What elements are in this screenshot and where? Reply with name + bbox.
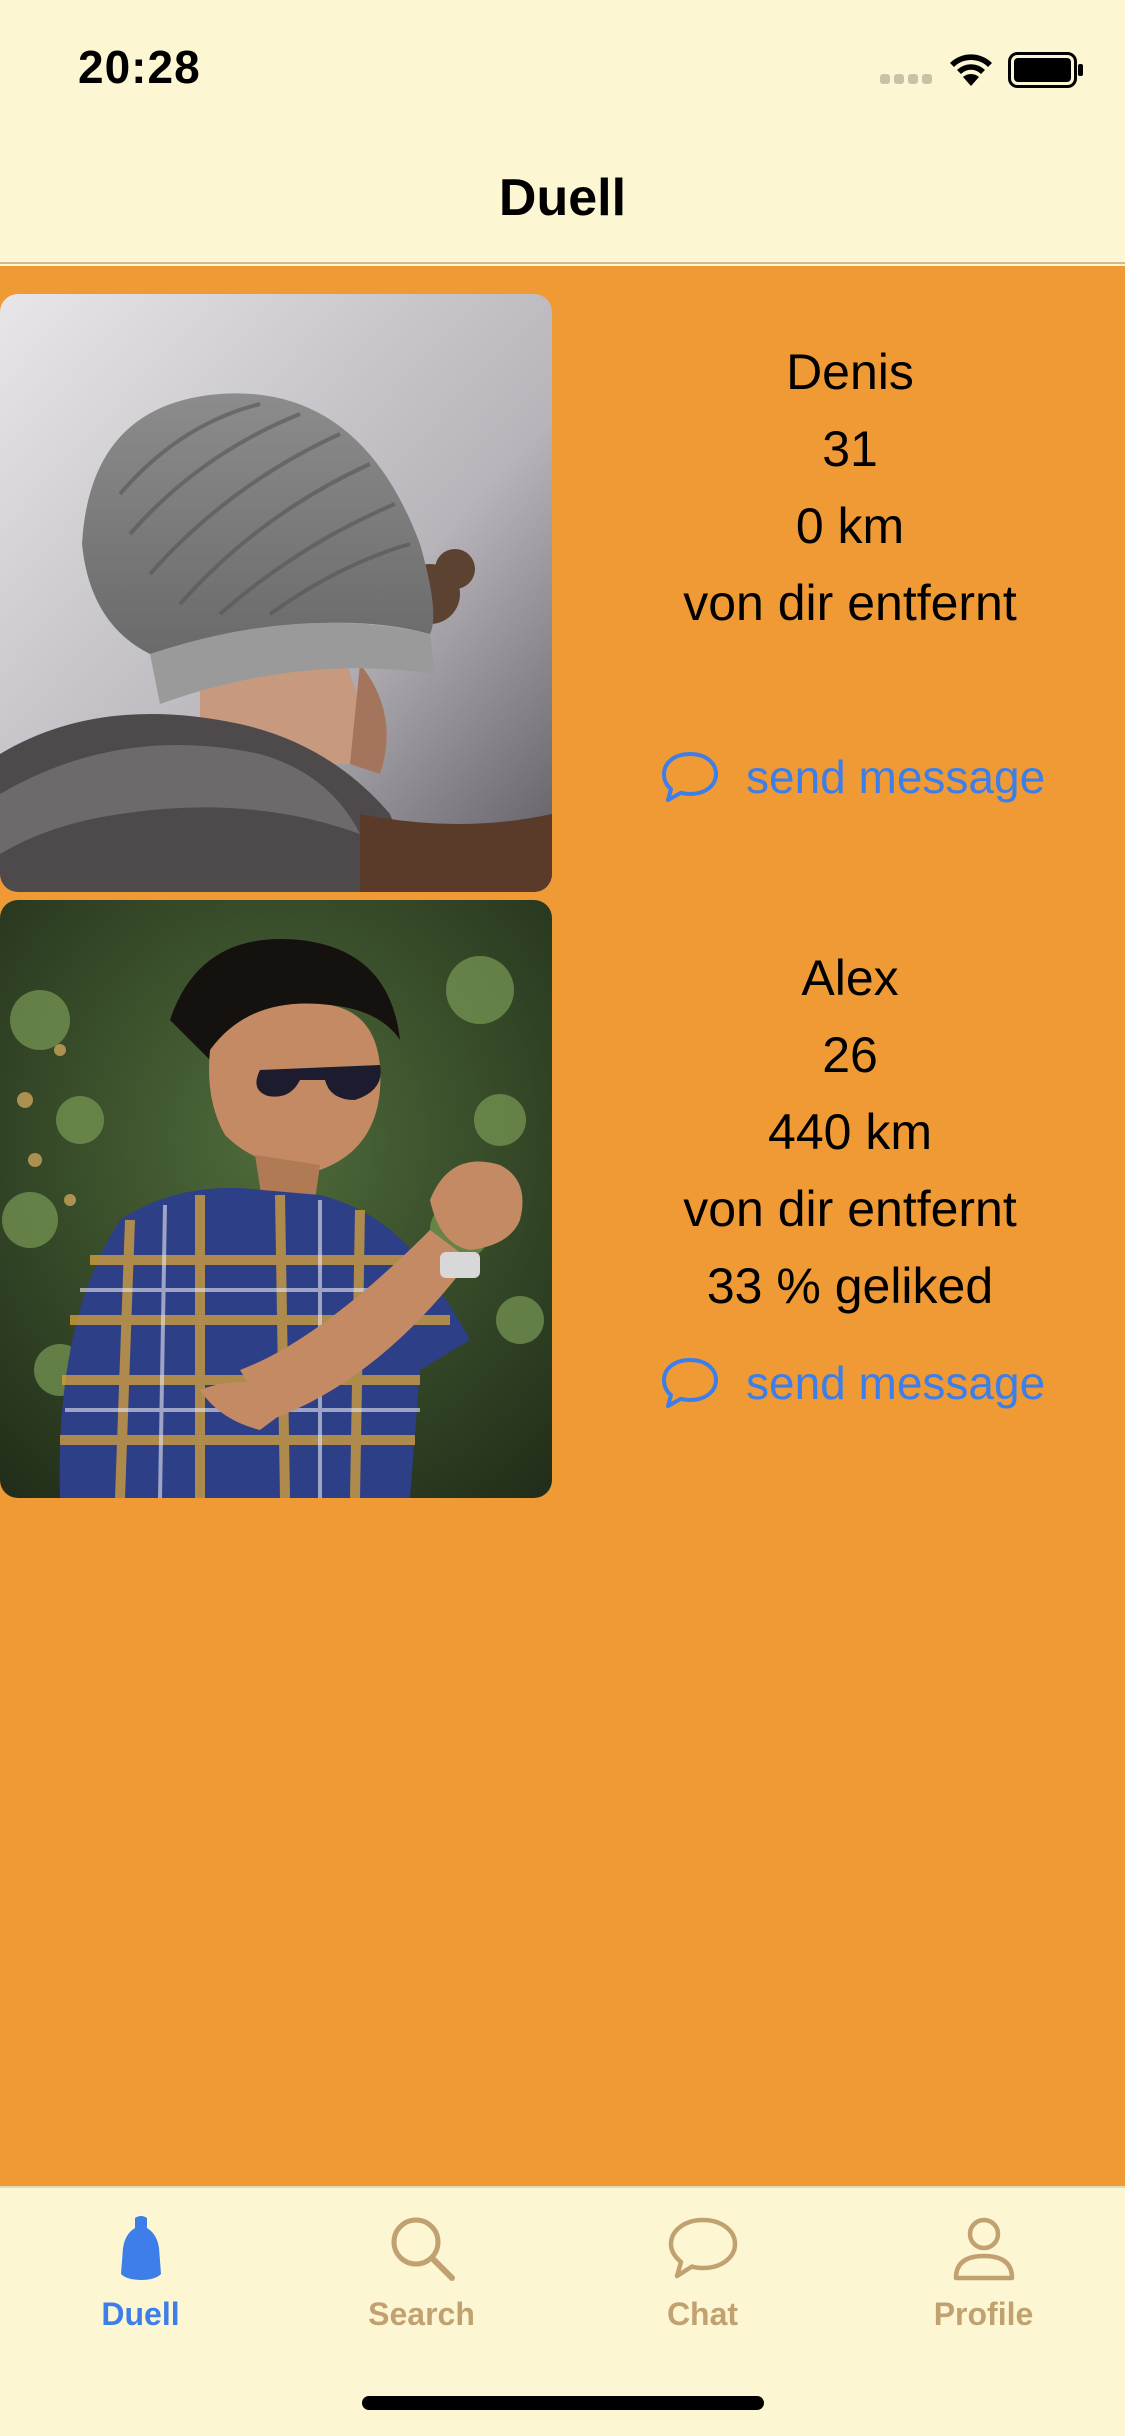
profile-photo-alex[interactable] — [0, 900, 552, 1498]
profile-card-alex: Alex 26 440 km von dir entfernt 33 % gel… — [0, 900, 1125, 1498]
send-message-button-denis[interactable]: send message — [660, 750, 1045, 804]
chat-bubble-icon — [662, 1358, 718, 1408]
send-message-label: send message — [746, 1357, 1046, 1409]
magnifier-icon — [391, 2217, 455, 2281]
tab-label: Profile — [933, 2296, 1034, 2332]
profile-distance-suffix: von dir entfernt — [683, 1181, 1017, 1237]
wifi-icon — [950, 54, 992, 86]
app-root: 20:28 Duell Denis 31 0 km von dir entfer… — [0, 0, 1125, 2436]
person-icon — [953, 2217, 1014, 2281]
status-time: 20:28 — [78, 41, 201, 93]
profile-info-denis: Denis 31 0 km von dir entfernt — [600, 334, 1100, 642]
navigation-bar: Duell — [0, 132, 1125, 264]
battery-icon — [1008, 52, 1083, 88]
profile-age: 26 — [822, 1027, 878, 1083]
profile-distance-suffix: von dir entfernt — [683, 575, 1017, 631]
tab-chat[interactable]: Chat — [562, 2212, 843, 2352]
tab-search[interactable]: Search — [281, 2212, 562, 2352]
tab-duell[interactable]: Duell — [0, 2212, 281, 2352]
tab-label: Search — [368, 2296, 475, 2332]
chat-bubble-icon — [662, 752, 718, 802]
cellular-signal-icon — [880, 74, 936, 88]
tab-profile[interactable]: Profile — [843, 2212, 1124, 2352]
tab-label: Chat — [666, 2296, 739, 2332]
home-indicator[interactable] — [362, 2396, 764, 2410]
chat-bubble-icon — [668, 2217, 737, 2279]
page-title: Duell — [498, 169, 627, 227]
status-bar: 20:28 — [0, 0, 1125, 132]
profile-liked: 33 % geliked — [706, 1258, 994, 1314]
profile-photo-denis[interactable] — [0, 294, 552, 892]
send-message-button-alex[interactable]: send message — [660, 1356, 1045, 1410]
profile-name: Denis — [786, 344, 914, 400]
profile-name: Alex — [801, 950, 899, 1006]
duel-content: Denis 31 0 km von dir entfernt send mess… — [0, 266, 1125, 2186]
profile-info-alex: Alex 26 440 km von dir entfernt 33 % gel… — [600, 940, 1100, 1325]
send-message-label: send message — [746, 751, 1046, 803]
profile-card-denis: Denis 31 0 km von dir entfernt send mess… — [0, 294, 1125, 892]
profile-distance: 0 km — [795, 498, 905, 554]
tab-label: Duell — [101, 2296, 180, 2332]
profile-distance: 440 km — [768, 1104, 932, 1160]
profile-age: 31 — [822, 421, 878, 477]
duell-figure-icon — [120, 2216, 161, 2280]
